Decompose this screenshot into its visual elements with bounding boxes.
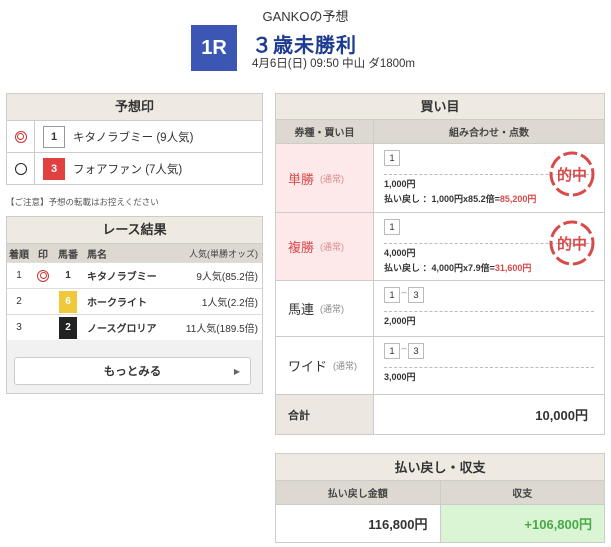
- combo-number: 1: [384, 343, 400, 359]
- predictor-title: GANKOの予想: [262, 9, 349, 24]
- horse-number: 3: [43, 157, 65, 180]
- horse-number: 6: [59, 290, 77, 313]
- race-name: ３歳未勝利: [252, 35, 357, 57]
- double-circle-mark-icon: [37, 269, 49, 282]
- bets-table-header: 券種・買い目 組み合わせ・点数: [275, 120, 605, 144]
- race-number-badge: 1R: [191, 25, 237, 71]
- hit-stamp-icon: 的中: [549, 220, 595, 266]
- finish-position: 1: [16, 270, 22, 281]
- combo-number: 1: [384, 287, 400, 303]
- horse-number: 2: [59, 316, 77, 339]
- payout-amount: 116,800円: [368, 517, 428, 532]
- finish-position: 3: [16, 322, 22, 333]
- horse-number: 1: [43, 125, 65, 148]
- prediction-row: 1 キタノラブミー (9人気): [6, 121, 263, 153]
- payout-title: 払い戻し・収支: [275, 453, 605, 481]
- table-row: 1 1 キタノラブミー 9人気(85.2倍): [7, 262, 262, 288]
- popularity-odds: 1人気(2.2倍): [201, 298, 258, 309]
- bet-row-place: 複勝 (通常) 1 4,000円 払い戻し ：4,000円x7.9倍=31,600…: [275, 213, 605, 281]
- payout-values: 116,800円 +106,800円: [275, 505, 605, 543]
- payout-panel: 払い戻し・収支 払い戻し金額 収支 116,800円 +106,800円: [275, 453, 605, 543]
- show-more-button[interactable]: もっとみる ▶: [14, 357, 251, 385]
- horse-number: 1: [59, 264, 77, 287]
- bets-title: 買い目: [275, 93, 605, 120]
- horse-name: ホークライト: [87, 298, 147, 309]
- double-circle-mark-icon: [14, 130, 27, 143]
- total-row: 合計 10,000円: [275, 395, 605, 435]
- prediction-title: 予想印: [6, 93, 263, 121]
- combo-number: 1: [384, 219, 400, 235]
- bet-type: 複勝: [288, 240, 315, 255]
- bet-amount: 3,000円: [384, 367, 594, 383]
- hit-stamp-icon: 的中: [549, 151, 595, 197]
- total-label: 合計: [276, 395, 374, 434]
- svg-text:的中: 的中: [557, 235, 587, 253]
- circle-mark-icon: [14, 162, 27, 175]
- payout-table-header: 払い戻し金額 収支: [275, 481, 605, 505]
- table-row: 2 6 ホークライト 1人気(2.2倍): [7, 288, 262, 314]
- horse-name: キタノラブミー: [87, 272, 157, 283]
- bet-amount: 2,000円: [384, 311, 594, 327]
- combo-number: 3: [408, 343, 424, 359]
- bet-type: 単勝: [288, 171, 315, 187]
- bet-type: 馬連: [288, 302, 315, 317]
- popularity-odds: 9人気(85.2倍): [196, 272, 258, 283]
- horse-name: ノースグロリア: [87, 324, 157, 335]
- balance-amount: +106,800円: [439, 505, 604, 542]
- prediction-row: 3 フォアファン (7人気): [6, 153, 263, 185]
- popularity-odds: 11人気(189.5倍): [185, 324, 258, 335]
- bet-row-wide: ワイド (通常) 1–3 3,000円: [275, 337, 605, 395]
- table-row: 3 2 ノースグロリア 11人気(189.5倍): [7, 314, 262, 340]
- combo-number: 1: [384, 150, 400, 166]
- total-value: 10,000円: [374, 395, 604, 434]
- result-table-header: 着順 印 馬番 馬名 人気(単勝オッズ): [7, 244, 262, 262]
- bet-row-win: 単勝 (通常) 1 1,000円 払い戻し ：1,000円x85.2倍=85,20…: [275, 144, 605, 213]
- svg-text:的中: 的中: [557, 166, 587, 184]
- horse-name: フォアファン (7人気): [73, 163, 183, 176]
- bet-row-quinella: 馬連 (通常) 1–3 2,000円: [275, 281, 605, 337]
- race-info: 4月6日(日) 09:50 中山 ダ1800m: [252, 58, 415, 70]
- prediction-panel: 予想印 1 キタノラブミー (9人気) 3 フォアファン (7人気): [6, 93, 263, 185]
- repost-notice: 【ご注意】予想の転載はお控えください: [6, 197, 159, 207]
- race-result-title: レース結果: [7, 217, 262, 244]
- combo-number: 3: [408, 287, 424, 303]
- bets-panel: 買い目 券種・買い目 組み合わせ・点数 単勝 (通常) 1 1,000円 払い戻し…: [275, 93, 605, 435]
- horse-name: キタノラブミー (9人気): [73, 131, 194, 144]
- finish-position: 2: [16, 296, 22, 307]
- bet-type: ワイド: [288, 359, 328, 374]
- chevron-right-icon: ▶: [233, 366, 240, 376]
